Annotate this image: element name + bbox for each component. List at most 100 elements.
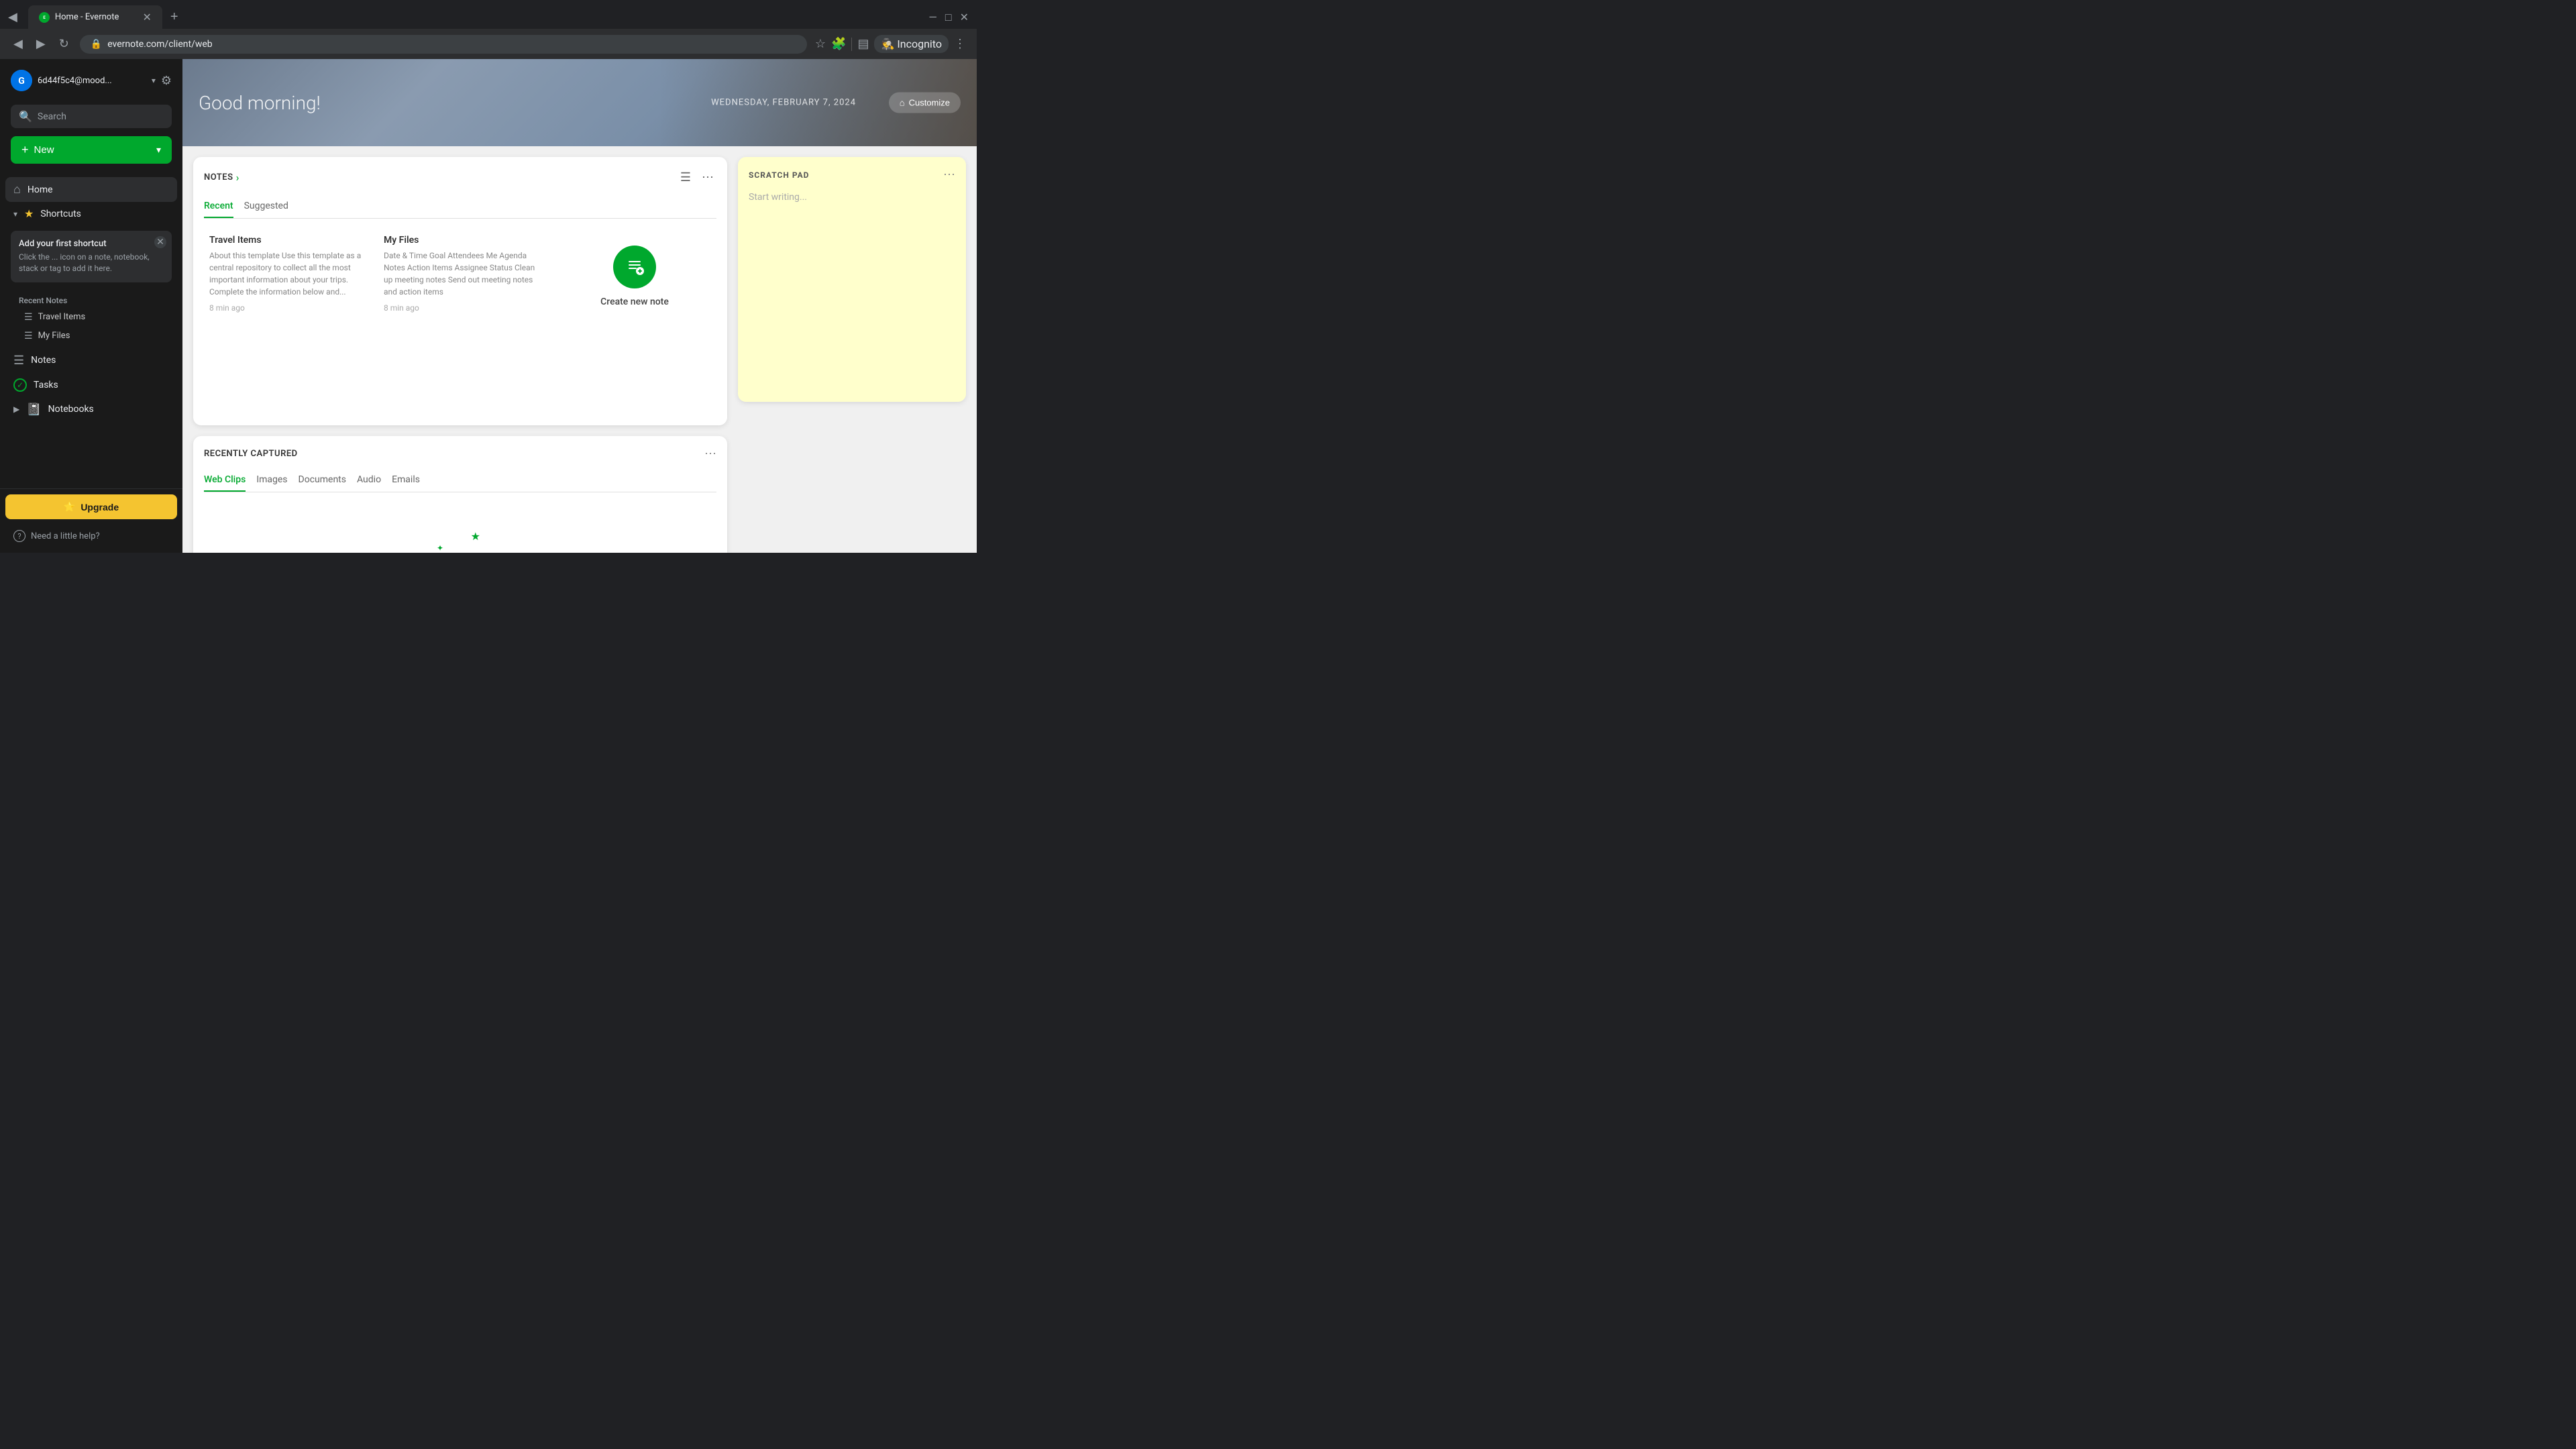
- sidebar-item-notebooks-label: Notebooks: [48, 404, 94, 415]
- tab-bar: ◀ E Home - Evernote ✕ + — □ ✕: [0, 0, 977, 29]
- maximize-button[interactable]: □: [943, 8, 955, 27]
- scratch-area[interactable]: Start writing...: [749, 190, 955, 391]
- lock-icon: 🔒: [91, 39, 102, 50]
- active-tab[interactable]: E Home - Evernote ✕: [28, 5, 162, 29]
- notes-tab-suggested[interactable]: Suggested: [244, 195, 288, 218]
- sidebar-recent-note-travel-items[interactable]: ☰ Travel Items: [11, 308, 172, 327]
- captured-star-icon-2: ✦: [437, 543, 443, 553]
- note-preview-travel: About this template Use this template as…: [209, 250, 362, 298]
- help-item[interactable]: ? Need a little help?: [5, 525, 177, 547]
- sidebar-header: G 6d44f5c4@mood... ▾ ⚙: [0, 59, 182, 102]
- tab-title: Home - Evernote: [55, 12, 119, 22]
- captured-tab-emails[interactable]: Emails: [392, 469, 420, 492]
- note-preview-myfiles: Date & Time Goal Attendees Me Agenda Not…: [384, 250, 537, 298]
- notes-grid: Travel Items About this template Use thi…: [204, 229, 716, 323]
- username-area[interactable]: 6d44f5c4@mood... ▾: [38, 76, 156, 86]
- scratch-pad-card: SCRATCH PAD ⋯ Start writing...: [738, 157, 966, 402]
- notes-more-button[interactable]: ⋯: [699, 168, 716, 187]
- extensions-icon[interactable]: 🧩: [831, 37, 846, 51]
- close-button[interactable]: ✕: [957, 8, 971, 26]
- captured-header: RECENTLY CAPTURED ⋯: [204, 447, 716, 461]
- scratch-header: SCRATCH PAD ⋯: [749, 168, 955, 182]
- browser-chrome: ◀ E Home - Evernote ✕ + — □ ✕ ◀ ▶ ↻ 🔒 ev…: [0, 0, 977, 59]
- sidebar-item-notebooks[interactable]: ▶ 📓 Notebooks: [5, 397, 177, 422]
- recent-notes-section: Recent Notes ☰ Travel Items ☰ My Files: [5, 288, 177, 348]
- tab-back-forward[interactable]: ◀: [5, 7, 20, 27]
- notes-list-view-button[interactable]: ☰: [678, 168, 694, 187]
- shortcuts-star-icon: ★: [24, 207, 34, 220]
- captured-title: RECENTLY CAPTURED: [204, 449, 298, 459]
- captured-tab-images[interactable]: Images: [256, 469, 287, 492]
- sidebar-nav: ⌂ Home ▾ ★ Shortcuts Add your first shor…: [0, 174, 182, 488]
- new-button-label: New: [34, 144, 151, 156]
- notebooks-chevron-icon: ▶: [13, 405, 19, 414]
- captured-tab-webclips[interactable]: Web Clips: [204, 469, 246, 492]
- note-time-myfiles: 8 min ago: [384, 303, 537, 313]
- customize-icon: ⌂: [900, 98, 905, 108]
- app: G 6d44f5c4@mood... ▾ ⚙ 🔍 Search + New ▾ …: [0, 59, 977, 553]
- settings-icon[interactable]: ⚙: [161, 74, 172, 88]
- sidebar-item-tasks[interactable]: ✓ Tasks: [5, 373, 177, 397]
- sidebar-recent-note-my-files[interactable]: ☰ My Files: [11, 327, 172, 345]
- main-columns: NOTES › ☰ ⋯ Recent Suggested: [182, 146, 977, 553]
- recent-note-travel-icon: ☰: [24, 312, 33, 323]
- back-button[interactable]: ◀: [11, 34, 25, 54]
- url-bar[interactable]: 🔒 evernote.com/client/web: [80, 35, 807, 54]
- note-item-travel[interactable]: Travel Items About this template Use thi…: [204, 229, 368, 323]
- tab-close-icon[interactable]: ✕: [142, 11, 151, 23]
- main-content: Good morning! WEDNESDAY, FEBRUARY 7, 202…: [182, 59, 977, 553]
- sidebar-item-home-label: Home: [28, 184, 53, 195]
- notes-card-arrow-icon[interactable]: ›: [236, 171, 239, 184]
- sidebar-item-notes[interactable]: ☰ Notes: [5, 348, 177, 373]
- captured-tab-documents[interactable]: Documents: [299, 469, 346, 492]
- create-note-item[interactable]: Create new note: [553, 229, 716, 323]
- upgrade-star-icon: ⭐: [64, 501, 75, 513]
- menu-icon[interactable]: ⋮: [954, 37, 966, 51]
- create-note-circle: [613, 246, 656, 288]
- shortcuts-section: ▾ ★ Shortcuts Add your first shortcut Cl…: [5, 202, 177, 282]
- new-tab-button[interactable]: +: [165, 7, 184, 28]
- sidebar: G 6d44f5c4@mood... ▾ ⚙ 🔍 Search + New ▾ …: [0, 59, 182, 553]
- upgrade-label: Upgrade: [80, 502, 119, 513]
- sidebar-item-shortcuts[interactable]: ▾ ★ Shortcuts: [5, 202, 177, 225]
- left-column: NOTES › ☰ ⋯ Recent Suggested: [193, 157, 727, 553]
- scratch-menu-button[interactable]: ⋯: [943, 168, 955, 182]
- recently-captured-card: RECENTLY CAPTURED ⋯ Web Clips Images Doc…: [193, 436, 727, 553]
- create-note-label: Create new note: [600, 297, 669, 307]
- captured-tab-audio[interactable]: Audio: [357, 469, 381, 492]
- tab-favicon: E: [39, 12, 50, 23]
- upgrade-button[interactable]: ⭐ Upgrade: [5, 494, 177, 519]
- bookmark-icon[interactable]: ☆: [815, 37, 826, 51]
- captured-empty-state: ★ ✦ 🐘: [204, 503, 716, 553]
- forward-button[interactable]: ▶: [34, 34, 48, 54]
- new-button-arrow-icon: ▾: [156, 144, 161, 156]
- notes-card: NOTES › ☰ ⋯ Recent Suggested: [193, 157, 727, 425]
- search-text: Search: [38, 111, 66, 122]
- hero-date: WEDNESDAY, FEBRUARY 7, 2024: [711, 98, 856, 108]
- note-item-myfiles[interactable]: My Files Date & Time Goal Attendees Me A…: [378, 229, 542, 323]
- minimize-button[interactable]: —: [926, 8, 940, 26]
- sidebar-icon[interactable]: ▤: [857, 37, 869, 51]
- username-text: 6d44f5c4@mood...: [38, 76, 149, 86]
- help-label: Need a little help?: [31, 531, 100, 541]
- shortcut-hint-text: Click the ... icon on a note, notebook, …: [19, 252, 164, 274]
- scratch-placeholder: Start writing...: [749, 192, 807, 203]
- sidebar-item-home[interactable]: ⌂ Home: [5, 177, 177, 202]
- incognito-label: Incognito: [897, 38, 942, 50]
- sidebar-bottom: ⭐ Upgrade ? Need a little help?: [0, 488, 182, 553]
- notebooks-icon: 📓: [26, 402, 41, 417]
- refresh-button[interactable]: ↻: [56, 34, 72, 54]
- divider: [851, 38, 852, 51]
- captured-menu-button[interactable]: ⋯: [704, 447, 716, 461]
- captured-tabs: Web Clips Images Documents Audio Emails: [204, 469, 716, 492]
- shortcut-hint-card: Add your first shortcut Click the ... ic…: [11, 231, 172, 282]
- tab-back-icon[interactable]: ◀: [5, 7, 20, 27]
- address-right-icons: ☆ 🧩 ▤ 🕵 Incognito ⋮: [815, 35, 966, 53]
- note-title-travel: Travel Items: [209, 235, 362, 246]
- new-button[interactable]: + New ▾: [11, 136, 172, 164]
- hero-greeting: Good morning!: [199, 92, 321, 114]
- search-bar[interactable]: 🔍 Search: [11, 105, 172, 128]
- customize-button[interactable]: ⌂ Customize: [889, 93, 961, 113]
- shortcut-hint-close-button[interactable]: ✕: [154, 236, 166, 248]
- notes-tab-recent[interactable]: Recent: [204, 195, 233, 218]
